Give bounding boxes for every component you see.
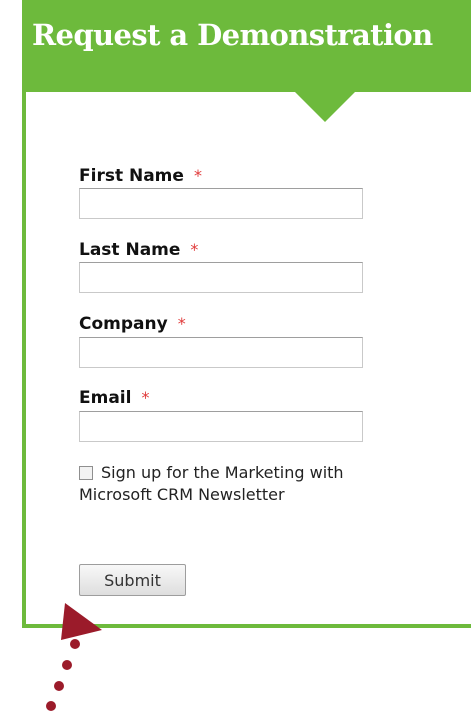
arrow-dot: [54, 681, 64, 691]
arrow-dot: [70, 639, 80, 649]
annotation-arrow: [46, 603, 102, 711]
page: Request a Demonstration First Name * Last…: [0, 0, 471, 712]
arrow-dot: [62, 660, 72, 670]
arrow-head: [61, 603, 102, 640]
arrow-dot: [46, 701, 56, 711]
